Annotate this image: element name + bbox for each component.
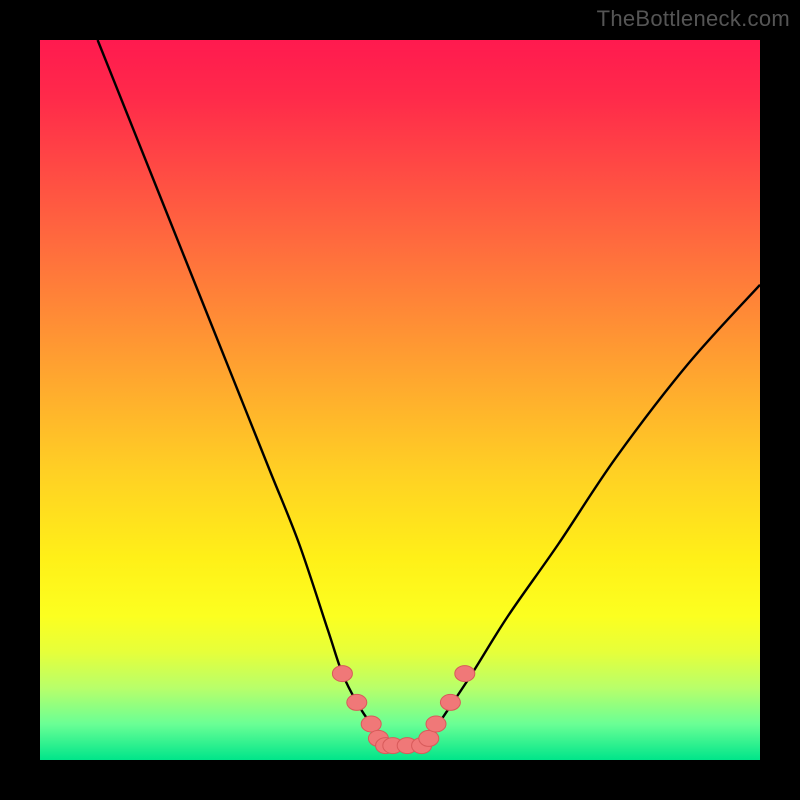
curve-markers	[332, 666, 474, 754]
curve-marker	[361, 716, 381, 732]
curve-marker	[440, 694, 460, 710]
chart-svg	[40, 40, 760, 760]
chart-frame: TheBottleneck.com	[0, 0, 800, 800]
curve-marker	[419, 730, 439, 746]
watermark-text: TheBottleneck.com	[597, 6, 790, 32]
curve-marker	[455, 666, 475, 682]
curve-marker	[426, 716, 446, 732]
curve-marker	[347, 694, 367, 710]
curve-marker	[332, 666, 352, 682]
plot-area	[40, 40, 760, 760]
bottleneck-curve	[98, 40, 760, 747]
